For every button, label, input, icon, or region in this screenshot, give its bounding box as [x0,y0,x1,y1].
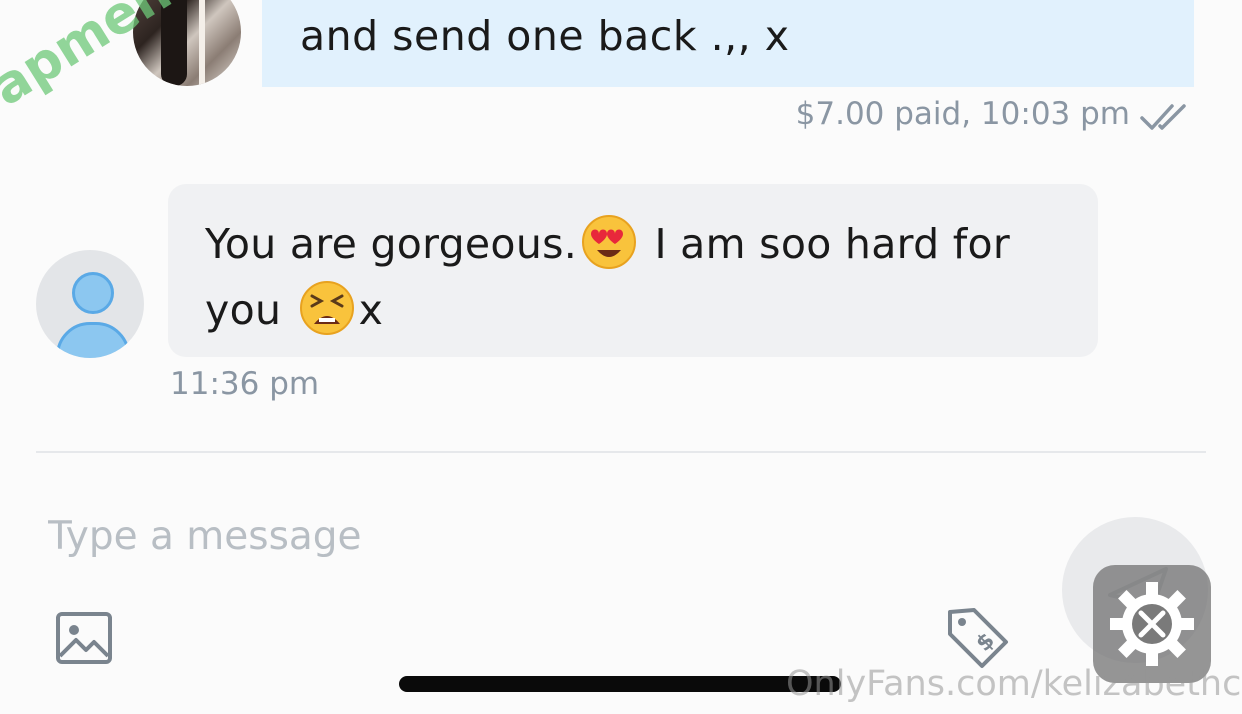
message-input[interactable] [46,505,950,567]
home-indicator [399,676,841,692]
received-message-time: 11:36 pm [170,366,320,402]
chat-screen: and send one back .,, x $7.00 paid, 10:0… [0,0,1242,714]
avatar-body-shape [56,322,130,358]
received-text-part: I am soo hard for [641,220,1011,268]
onlyfans-watermark: OnlyFans.com/kelizabethc [786,664,1242,704]
received-text-part: you [205,286,295,334]
sent-message-meta: $7.00 paid, 10:03 pm [795,96,1130,132]
received-message-line-1: You are gorgeous. I am soo hard for [205,214,1010,270]
price-tag-icon[interactable]: $ [944,604,1010,670]
received-text-part: x [358,286,384,334]
received-message-line-2: you x [205,280,383,336]
received-text-part: You are gorgeous. [205,220,578,268]
sent-message-text: and send one back .,, x [300,12,790,60]
composer-divider [36,451,1206,453]
user-avatar[interactable] [36,250,144,358]
avatar-head-shape [72,272,114,314]
double-check-icon [1140,104,1186,130]
tired-face-emoji [299,281,354,335]
heart-eyes-emoji [582,215,637,269]
add-media-icon[interactable] [54,608,114,668]
